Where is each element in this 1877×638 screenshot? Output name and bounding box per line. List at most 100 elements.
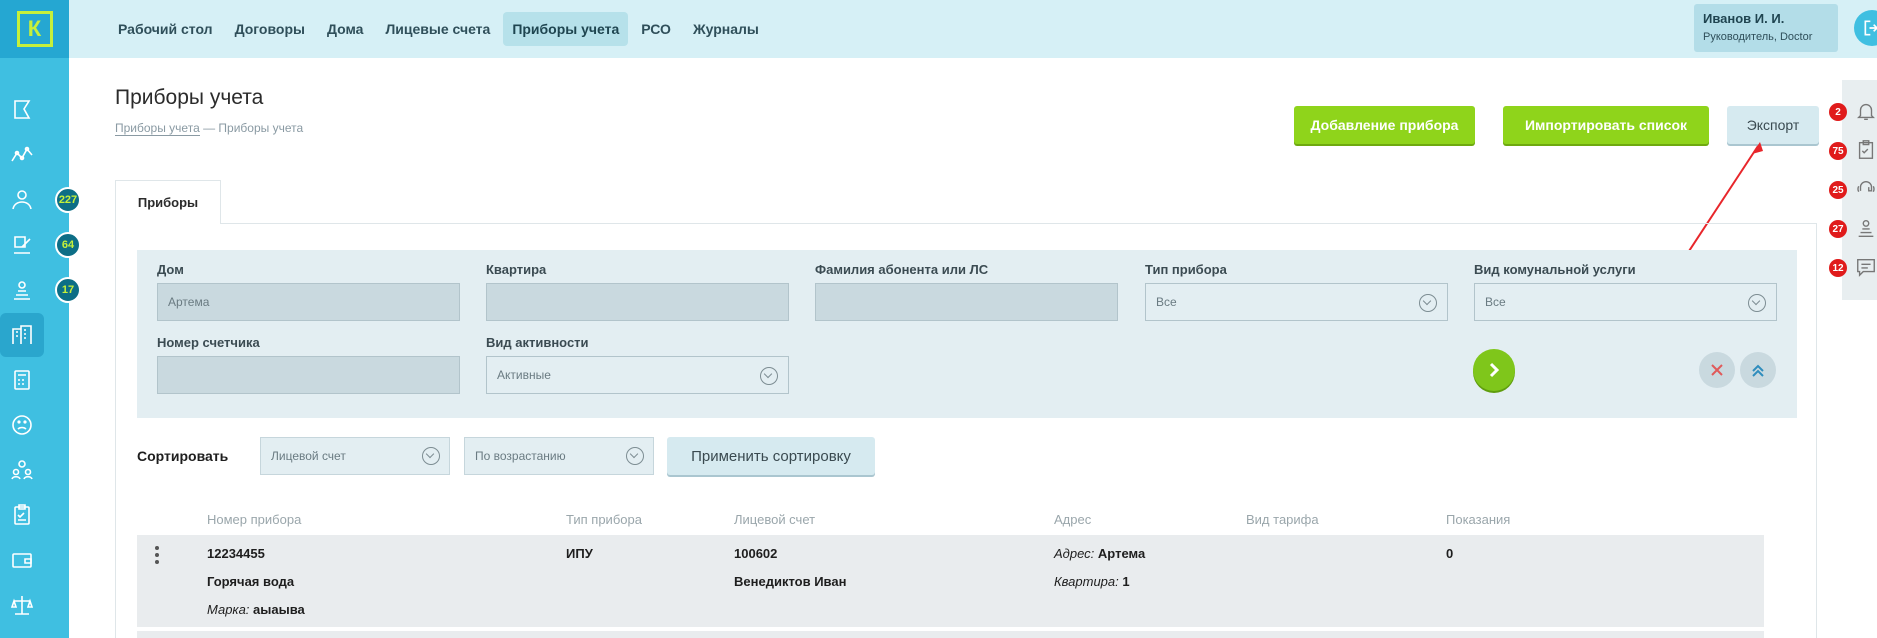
meter-field[interactable] [157, 356, 460, 394]
house-value: Артема [168, 295, 210, 309]
apartment-field[interactable] [486, 283, 789, 321]
tasks-badge: 75 [1829, 142, 1847, 160]
chevron-right-icon [1489, 362, 1500, 378]
nav-item-meters[interactable]: Приборы учета [503, 12, 629, 46]
logo[interactable]: К [0, 0, 69, 58]
device-brand: Марка: аыаыва [207, 602, 305, 617]
collapse-filter-button[interactable] [1740, 352, 1776, 388]
account-number: 100602 [734, 546, 778, 561]
close-icon [1711, 364, 1723, 376]
table-row[interactable] [137, 631, 1764, 638]
main-nav: Рабочий стол Договоры Дома Лицевые счета… [109, 12, 768, 46]
clear-filter-button[interactable] [1699, 352, 1735, 388]
flag-icon[interactable] [0, 88, 44, 132]
meter-label: Номер счетчика [157, 335, 260, 350]
left-sidebar: К 227 64 17 [0, 0, 81, 638]
apartment-row-label: Квартира: [1054, 574, 1119, 589]
analytics-icon[interactable] [0, 133, 44, 177]
column-header-account: Лицевой счет [734, 512, 816, 527]
device-type-label: Тип прибора [1145, 262, 1227, 277]
apartment-row-value: 1 [1122, 574, 1130, 589]
brand-label: Марка: [207, 602, 250, 617]
device-service: Горячая вода [207, 574, 295, 589]
nav-item-rso[interactable]: РСО [632, 12, 680, 46]
notifications-badge: 2 [1829, 103, 1847, 121]
logout-button[interactable] [1854, 10, 1877, 46]
user-card[interactable]: Иванов И. И. Руководитель, Doctor [1694, 4, 1838, 52]
sort-label: Сортировать [137, 448, 229, 464]
house-label: Дом [157, 262, 184, 277]
operator-panel-icon[interactable] [1855, 217, 1877, 239]
service-value: Все [1485, 295, 1506, 309]
nav-item-dashboard[interactable]: Рабочий стол [109, 12, 222, 46]
activity-select[interactable]: Активные [486, 356, 789, 394]
operator-icon[interactable] [0, 268, 44, 312]
subscriber-field[interactable] [815, 283, 1118, 321]
nav-item-journals[interactable]: Журналы [684, 12, 768, 46]
row-menu-icon[interactable] [155, 546, 159, 564]
device-type-select[interactable]: Все [1145, 283, 1448, 321]
breadcrumb-current: — Приборы учета [203, 121, 304, 135]
chevron-down-icon [422, 447, 440, 465]
brand-value: аыаыва [253, 602, 305, 617]
page-title: Приборы учета [115, 86, 264, 109]
tab-devices[interactable]: Приборы [115, 180, 221, 224]
table-row[interactable] [137, 535, 1764, 627]
logout-icon [1864, 20, 1877, 36]
chevron-down-icon [1748, 294, 1766, 312]
chat-icon[interactable] [1855, 256, 1877, 278]
requests-badge: 64 [55, 232, 81, 258]
chevron-down-icon [626, 447, 644, 465]
wallet-icon[interactable] [0, 538, 44, 582]
nav-item-accounts[interactable]: Лицевые счета [376, 12, 499, 46]
users-icon[interactable] [0, 448, 44, 492]
device-type-value: Все [1156, 295, 1177, 309]
address-label: Адрес: [1054, 546, 1095, 561]
edit-icon[interactable] [0, 223, 44, 267]
calls-badge: 25 [1829, 181, 1847, 199]
checklist-icon[interactable] [0, 493, 44, 537]
nav-item-contracts[interactable]: Договоры [226, 12, 314, 46]
apply-sort-button[interactable]: Применить сортировку [667, 437, 875, 475]
scales-icon[interactable] [0, 583, 44, 627]
calculator-icon[interactable] [0, 358, 44, 402]
house-field[interactable]: Артема [157, 283, 460, 321]
device-number: 12234455 [207, 546, 265, 561]
account-owner: Венедиктов Иван [734, 574, 847, 589]
nav-item-houses[interactable]: Дома [318, 12, 372, 46]
breadcrumb-link[interactable]: Приборы учета [115, 121, 200, 136]
column-header-tariff: Вид тарифа [1246, 512, 1319, 527]
service-label: Вид комунальной услуги [1474, 262, 1636, 277]
chevron-down-icon [760, 367, 778, 385]
sort-field-value: Лицевой счет [271, 449, 346, 463]
address: Адрес: Артема [1054, 546, 1145, 561]
tasks-icon[interactable] [1855, 139, 1877, 161]
messages-badge: 12 [1829, 259, 1847, 277]
calls-icon[interactable] [1855, 178, 1877, 200]
column-header-address: Адрес [1054, 512, 1092, 527]
sort-order-select[interactable]: По возрастанию [464, 437, 654, 475]
sort-field-select[interactable]: Лицевой счет [260, 437, 450, 475]
service-select[interactable]: Все [1474, 283, 1777, 321]
column-header-number: Номер прибора [207, 512, 302, 527]
chevron-down-icon [1419, 294, 1437, 312]
complaint-icon[interactable] [0, 403, 44, 447]
breadcrumb: Приборы учета — Приборы учета [115, 121, 304, 136]
buildings-icon[interactable] [0, 313, 44, 357]
export-button[interactable]: Экспорт [1727, 106, 1819, 144]
chevron-double-up-icon [1752, 364, 1764, 377]
user-name: Иванов И. И. [1703, 11, 1785, 26]
top-bar: Рабочий стол Договоры Дома Лицевые счета… [69, 0, 1877, 58]
bell-icon[interactable] [1855, 100, 1877, 122]
operator-badge: 27 [1829, 220, 1847, 238]
activity-label: Вид активности [486, 335, 589, 350]
apartment-label: Квартира [486, 262, 547, 277]
add-device-button[interactable]: Добавление прибора [1294, 106, 1475, 144]
device-type: ИПУ [566, 546, 593, 561]
import-list-button[interactable]: Импортировать список [1503, 106, 1709, 144]
operators-badge: 17 [55, 277, 81, 303]
residents-icon[interactable] [0, 178, 44, 222]
residents-badge: 227 [55, 187, 81, 213]
apply-filter-button[interactable] [1473, 349, 1515, 391]
apartment: Квартира: 1 [1054, 574, 1130, 589]
